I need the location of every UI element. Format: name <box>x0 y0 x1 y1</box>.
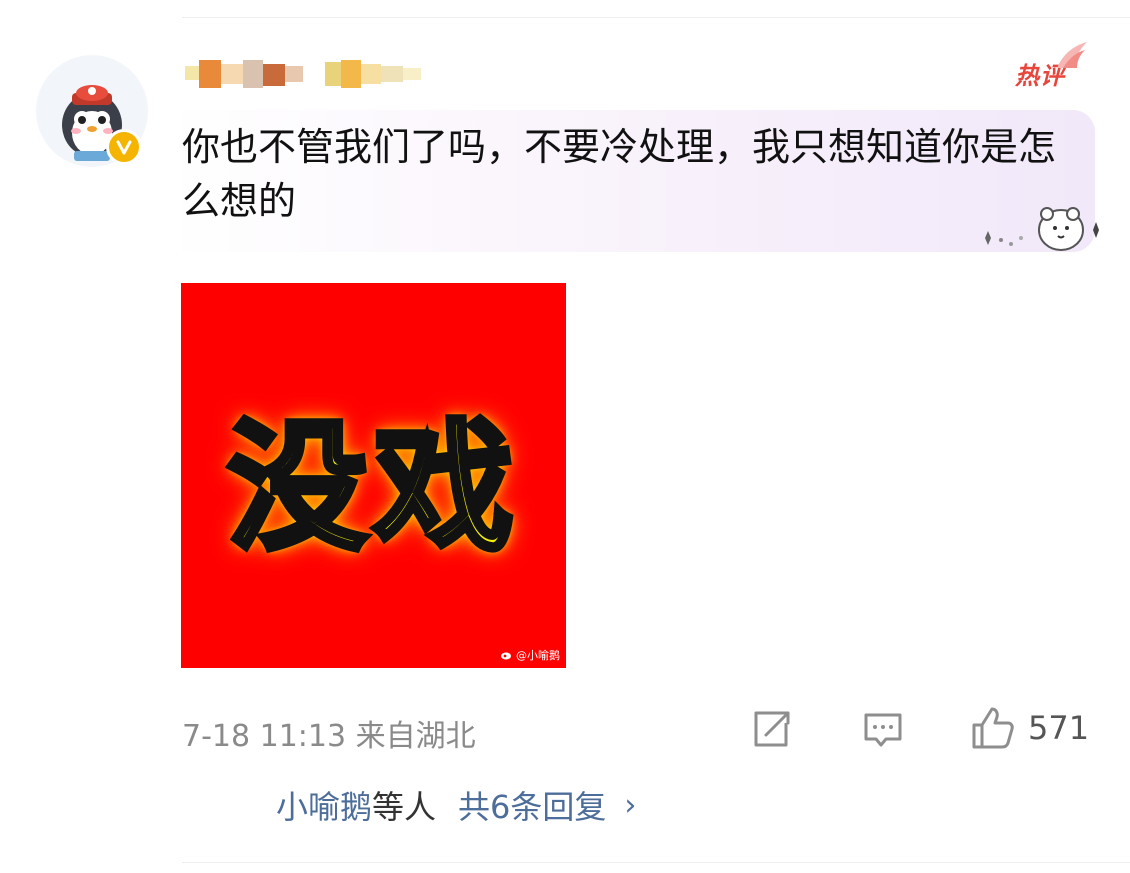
meta-text: 7-18 11:13 来自湖北 <box>182 711 476 755</box>
bear-sparkle-decoration-icon <box>985 207 1099 251</box>
bottom-divider <box>182 862 1130 863</box>
username-redacted[interactable] <box>185 60 423 88</box>
watermark: @小喻鹅 <box>501 647 560 663</box>
sticker-word: 没戏 <box>224 404 520 573</box>
hot-comment-tag: 热评 <box>1015 42 1087 91</box>
comment-text: 你也不管我们了吗，不要冷处理，我只想知道你是怎么想的 <box>182 125 1057 223</box>
weibo-logo-icon <box>501 652 511 660</box>
share-button[interactable] <box>750 709 792 751</box>
comment-meta-row: 7-18 11:13 来自湖北 571 <box>182 705 1094 755</box>
reply-count-link[interactable]: 共6条回复 <box>458 782 606 828</box>
thumbs-up-icon <box>972 707 1014 749</box>
share-icon <box>754 711 790 747</box>
like-button[interactable]: 571 <box>970 705 1089 751</box>
wing-decoration-icon <box>1057 42 1087 68</box>
watermark-text: @小喻鹅 <box>516 649 560 662</box>
verified-badge-icon <box>106 129 142 165</box>
comment-button[interactable] <box>862 711 904 751</box>
timestamp: 7-18 11:13 <box>182 719 347 754</box>
replies-link[interactable]: 小喻鹅 等人 共6条回复 › <box>276 782 636 828</box>
comment-icon <box>864 713 902 747</box>
like-count: 571 <box>1028 709 1090 747</box>
comment-bubble[interactable]: 你也不管我们了吗，不要冷处理，我只想知道你是怎么想的 <box>168 110 1099 252</box>
chevron-right-icon: › <box>624 787 637 823</box>
reply-user-name[interactable]: 小喻鹅 <box>276 782 372 828</box>
top-divider <box>182 17 1130 18</box>
sticker-image[interactable]: 没戏 @小喻鹅 <box>181 283 566 668</box>
location: 来自湖北 <box>355 719 476 754</box>
reply-suffix: 等人 <box>372 788 437 826</box>
